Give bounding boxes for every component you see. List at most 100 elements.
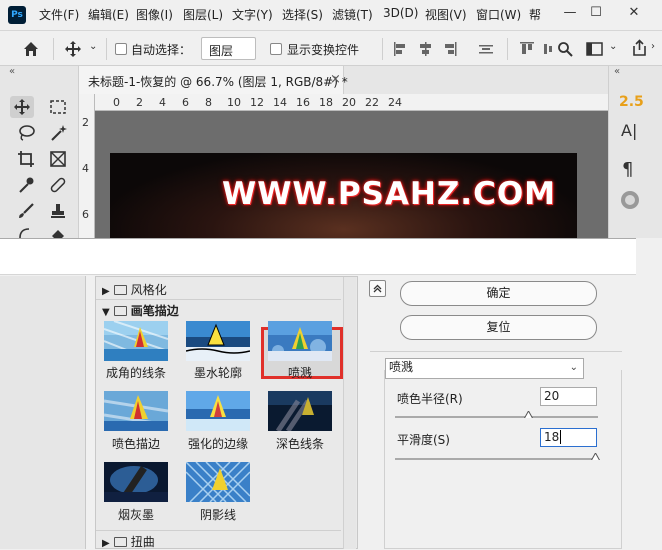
category-label: 画笔描边 [130, 304, 179, 318]
menu-edit[interactable]: 编辑(E) [88, 6, 129, 23]
menu-layer[interactable]: 图层(L) [183, 6, 223, 23]
spray-radius-input[interactable]: 20 [540, 387, 597, 406]
category-label: 风格化 [130, 283, 167, 297]
options-bar: ⌄ 自动选择： 图层 显示变换控件 ⌄ › [0, 31, 662, 66]
divider [96, 299, 341, 300]
separator [53, 38, 54, 60]
collapse-arrows-icon[interactable]: « [614, 66, 620, 77]
smoothness-input[interactable]: 18 [540, 428, 597, 447]
brush-tool-button[interactable] [14, 200, 38, 222]
ruler-label: 2 [82, 116, 89, 129]
workspace-icon[interactable] [586, 41, 604, 57]
collapse-arrows-icon[interactable]: « [9, 66, 15, 77]
thumb-spatter[interactable] [268, 321, 332, 361]
frame-tool-button[interactable] [46, 148, 70, 170]
watermark-text: WWW.PSAHZ.COM [222, 176, 557, 212]
thumbnail-image [268, 321, 332, 361]
menu-image[interactable]: 图像(I) [136, 6, 173, 23]
move-tool-icon[interactable] [64, 40, 82, 58]
auto-select-checkbox[interactable] [115, 43, 127, 55]
slider-thumb[interactable] [523, 411, 533, 418]
spray-radius-label: 喷色半径(R) [397, 392, 463, 406]
menu-select[interactable]: 选择(S) [282, 6, 323, 23]
auto-select-label: 自动选择： [131, 43, 192, 57]
menu-help[interactable]: 帮 [529, 6, 541, 23]
filter-preview[interactable] [0, 276, 86, 549]
close-window-button[interactable]: ✕ [623, 4, 645, 22]
move-tool-button[interactable] [10, 96, 34, 118]
thumb-ink-outlines[interactable] [186, 321, 250, 361]
separator [507, 38, 508, 60]
divider [370, 351, 622, 352]
menu-window[interactable]: 窗口(W) [476, 6, 521, 23]
ruler-label: 12 [250, 96, 264, 109]
menu-type[interactable]: 文字(Y) [232, 6, 273, 23]
home-icon[interactable] [22, 40, 40, 58]
stamp-tool-button[interactable] [46, 200, 70, 222]
ok-button[interactable]: 确定 [400, 281, 597, 306]
spray-radius-slider[interactable] [395, 416, 598, 418]
align-hcenter-icon[interactable] [418, 41, 434, 57]
align-vcenter-icon[interactable] [542, 41, 554, 57]
lasso-icon [19, 125, 35, 141]
thumbnail-image [104, 391, 168, 431]
character-panel-icon[interactable]: A| [621, 121, 637, 140]
close-tab-icon[interactable]: × [330, 72, 341, 87]
smoothness-slider[interactable] [395, 458, 598, 460]
align-top-icon[interactable] [519, 41, 535, 57]
eyedropper-tool-button[interactable] [14, 174, 38, 196]
thumb-sprayed-strokes[interactable] [104, 391, 168, 431]
healing-brush-tool-button[interactable] [46, 174, 70, 196]
thumb-sumi-e[interactable] [104, 462, 168, 502]
marquee-tool-button[interactable] [46, 96, 70, 118]
slider-thumb[interactable] [590, 453, 600, 460]
thumb-label: 喷溅 [287, 366, 312, 380]
reset-button[interactable]: 复位 [400, 315, 597, 340]
ruler-label: 4 [82, 162, 89, 175]
thumb-accented-edges[interactable] [186, 391, 250, 431]
document-tab[interactable]: 未标题-1-恢复的 @ 66.7% (图层 1, RGB/8#) * × [79, 66, 348, 94]
brush-icon [19, 203, 34, 218]
chevron-down-icon[interactable]: ⌄ [89, 41, 97, 52]
minimize-button[interactable]: — [559, 4, 581, 22]
menu-3d[interactable]: 3D(D) [383, 6, 418, 20]
thumb-angled-strokes[interactable] [104, 321, 168, 361]
menu-filter[interactable]: 滤镜(T) [332, 6, 373, 23]
category-stylize[interactable]: ▶ 风格化 [102, 281, 167, 298]
magic-wand-tool-button[interactable] [46, 122, 70, 144]
collapsed-arrow-icon: ▶ [102, 538, 110, 549]
eraser-tool-button[interactable] [46, 224, 70, 238]
align-right-icon[interactable] [442, 41, 458, 57]
thumb-dark-strokes[interactable] [268, 391, 332, 431]
align-left-icon[interactable] [393, 41, 409, 57]
collapse-list-button[interactable] [369, 280, 386, 297]
crop-tool-button[interactable] [14, 148, 38, 170]
chevron-right-icon[interactable]: › [651, 41, 655, 52]
paragraph-panel-icon[interactable]: ¶ [622, 159, 633, 180]
category-brush-strokes[interactable]: ▼ 画笔描边 [102, 302, 179, 319]
chevron-down-icon[interactable]: ⌄ [609, 41, 617, 52]
maximize-button[interactable]: ☐ [585, 4, 607, 22]
menu-file[interactable]: 文件(F) [39, 6, 79, 23]
history-brush-tool-button[interactable] [14, 224, 38, 238]
character-panel-value[interactable]: 2.5 [619, 94, 644, 110]
ruler-label: 8 [205, 96, 212, 109]
lasso-tool-button[interactable] [14, 122, 38, 144]
show-transform-checkbox[interactable] [270, 43, 282, 55]
glyphs-panel-icon[interactable] [619, 190, 641, 210]
filter-list-scrollbar[interactable] [343, 277, 356, 549]
ruler-label: 24 [388, 96, 402, 109]
thumbnail-image [104, 462, 168, 502]
ruler-label: 20 [342, 96, 356, 109]
category-distort[interactable]: ▶ 扭曲 [102, 533, 155, 550]
distribute-icon[interactable] [478, 41, 494, 57]
search-icon[interactable] [557, 41, 573, 57]
share-icon[interactable] [630, 39, 648, 57]
thumb-crosshatch[interactable] [186, 462, 250, 502]
photoshop-logo: Ps [8, 6, 26, 24]
eraser-icon [52, 230, 64, 238]
folder-icon [113, 306, 127, 316]
layer-dropdown[interactable]: 图层 [201, 37, 256, 60]
thumb-label: 成角的线条 [105, 366, 166, 380]
menu-view[interactable]: 视图(V) [425, 6, 467, 23]
